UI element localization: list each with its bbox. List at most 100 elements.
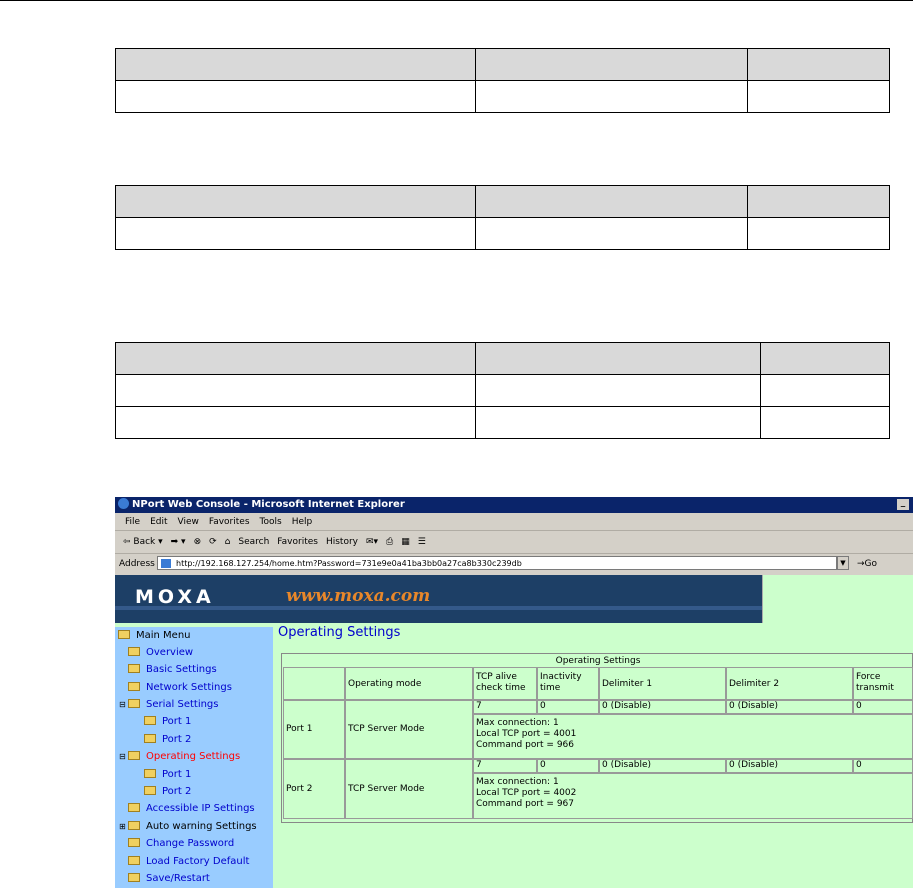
table-cell	[747, 185, 890, 218]
go-button[interactable]: →Go	[857, 554, 877, 574]
search-button[interactable]: Search	[238, 537, 269, 547]
address-text: http://192.168.127.254/home.htm?Password…	[176, 559, 522, 568]
operating-settings-table: Operating Settings Operating mode TCP al…	[281, 653, 913, 823]
port-2-mode: TCP Server Mode	[345, 759, 473, 819]
page-icon	[161, 559, 171, 568]
table-cell	[760, 406, 890, 439]
table-cell	[115, 80, 476, 113]
page-content: MOXA www.moxa.com Main Menu Overview Bas…	[115, 575, 913, 888]
address-input[interactable]: http://192.168.127.254/home.htm?Password…	[157, 556, 837, 570]
minimize-button[interactable]: _	[897, 499, 909, 510]
moxa-url: www.moxa.com	[286, 586, 431, 606]
page-title: Operating Settings	[278, 625, 401, 640]
folder-icon	[128, 838, 140, 847]
header-operating-mode: Operating mode	[345, 667, 473, 700]
forward-button[interactable]: ➡ ▾	[171, 537, 186, 547]
favorites-button[interactable]: Favorites	[277, 537, 318, 547]
folder-open-icon	[118, 630, 130, 639]
folder-icon	[128, 873, 140, 882]
sidebar-item-load-factory-default[interactable]: Load Factory Default	[128, 856, 249, 867]
table-cell	[475, 80, 748, 113]
sidebar-item-save-restart[interactable]: Save/Restart	[128, 873, 210, 884]
menu-view[interactable]: View	[178, 517, 199, 527]
table-cell	[115, 374, 476, 407]
sidebar-item-overview[interactable]: Overview	[128, 647, 193, 658]
table-cell	[475, 374, 761, 407]
table-cell	[475, 406, 761, 439]
sidebar-item-network-settings[interactable]: Network Settings	[128, 682, 232, 693]
table-cell	[747, 48, 890, 81]
collapse-icon[interactable]: ⊟	[119, 752, 126, 761]
sidebar-item-auto-warning[interactable]: Auto warning Settings	[128, 821, 257, 832]
port-1-tcp-alive: 7	[473, 700, 537, 714]
table-cell	[475, 217, 748, 250]
menu-tools[interactable]: Tools	[260, 517, 282, 527]
port-1-inactivity: 0	[537, 700, 599, 714]
table-row	[115, 406, 890, 439]
header-delimiter-1: Delimiter 1	[599, 667, 726, 700]
doc-table-3	[115, 342, 890, 439]
table-cell	[115, 342, 476, 375]
sidebar-item-operating-port-2[interactable]: Port 2	[144, 786, 191, 797]
back-button[interactable]: ⇦ Back ▾	[123, 537, 163, 547]
history-button[interactable]: History	[326, 537, 358, 547]
table-cell	[760, 342, 890, 375]
menu-help[interactable]: Help	[292, 517, 313, 527]
table-cell	[475, 185, 748, 218]
address-label: Address	[119, 559, 155, 569]
sidebar-item-change-password[interactable]: Change Password	[128, 838, 234, 849]
table-row	[115, 217, 890, 250]
doc-table-1	[115, 48, 890, 113]
stop-icon[interactable]: ⊗	[194, 537, 202, 547]
folder-open-icon	[128, 699, 140, 708]
sidebar-item-serial-settings[interactable]: Serial Settings	[128, 699, 219, 710]
sidebar-item-operating-port-1[interactable]: Port 1	[144, 769, 191, 780]
table-header-cell	[283, 667, 345, 700]
folder-icon	[144, 786, 156, 795]
menu-favorites[interactable]: Favorites	[209, 517, 250, 527]
sidebar-item-serial-port-2[interactable]: Port 2	[144, 734, 191, 745]
port-1-mode: TCP Server Mode	[345, 700, 473, 759]
moxa-banner: MOXA www.moxa.com	[115, 575, 762, 623]
folder-icon	[128, 682, 140, 691]
sidebar-item-main-menu[interactable]: Main Menu	[118, 630, 191, 641]
sidebar-item-accessible-ip[interactable]: Accessible IP Settings	[128, 803, 255, 814]
collapse-icon[interactable]: ⊟	[119, 700, 126, 709]
header-delimiter-2: Delimiter 2	[726, 667, 853, 700]
doc-table-2	[115, 185, 890, 250]
expand-icon[interactable]: ⊞	[119, 822, 126, 831]
header-tcp-alive: TCP alive check time	[473, 667, 537, 700]
menu-file[interactable]: File	[125, 517, 140, 527]
table-cell	[115, 406, 476, 439]
sidebar-item-operating-settings[interactable]: Operating Settings	[128, 751, 240, 762]
table-cell	[475, 48, 748, 81]
folder-icon	[144, 769, 156, 778]
header-inactivity-time: Inactivity time	[537, 667, 599, 700]
home-icon[interactable]: ⌂	[225, 537, 231, 547]
folder-icon	[128, 803, 140, 812]
menu-bar: File Edit View Favorites Tools Help	[115, 514, 913, 531]
menu-edit[interactable]: Edit	[150, 517, 167, 527]
port-1-info: Max connection: 1 Local TCP port = 4001 Co…	[473, 714, 913, 759]
table-cell	[475, 342, 761, 375]
port-2-tcp-alive: 7	[473, 759, 537, 773]
folder-icon	[128, 647, 140, 656]
port-2-delimiter-1: 0 (Disable)	[599, 759, 726, 773]
table-cell	[747, 217, 890, 250]
edit-icon[interactable]: ▦	[401, 537, 410, 547]
sidebar-item-serial-port-1[interactable]: Port 1	[144, 716, 191, 727]
mail-icon[interactable]: ✉▾	[366, 537, 378, 547]
print-icon[interactable]: ⎙	[386, 537, 393, 547]
header-force-transmit: Force transmit	[853, 667, 913, 700]
port-2-inactivity: 0	[537, 759, 599, 773]
port-1-force-transmit: 0	[853, 700, 913, 714]
folder-icon	[128, 664, 140, 673]
discuss-icon[interactable]: ☰	[418, 537, 426, 547]
folder-icon	[144, 716, 156, 725]
folder-icon	[128, 856, 140, 865]
refresh-icon[interactable]: ⟳	[209, 537, 217, 547]
address-dropdown-button[interactable]: ▼	[837, 556, 849, 570]
sidebar: Main Menu Overview Basic Settings Networ…	[115, 627, 273, 888]
sidebar-item-basic-settings[interactable]: Basic Settings	[128, 664, 217, 675]
port-2-label: Port 2	[283, 759, 345, 819]
